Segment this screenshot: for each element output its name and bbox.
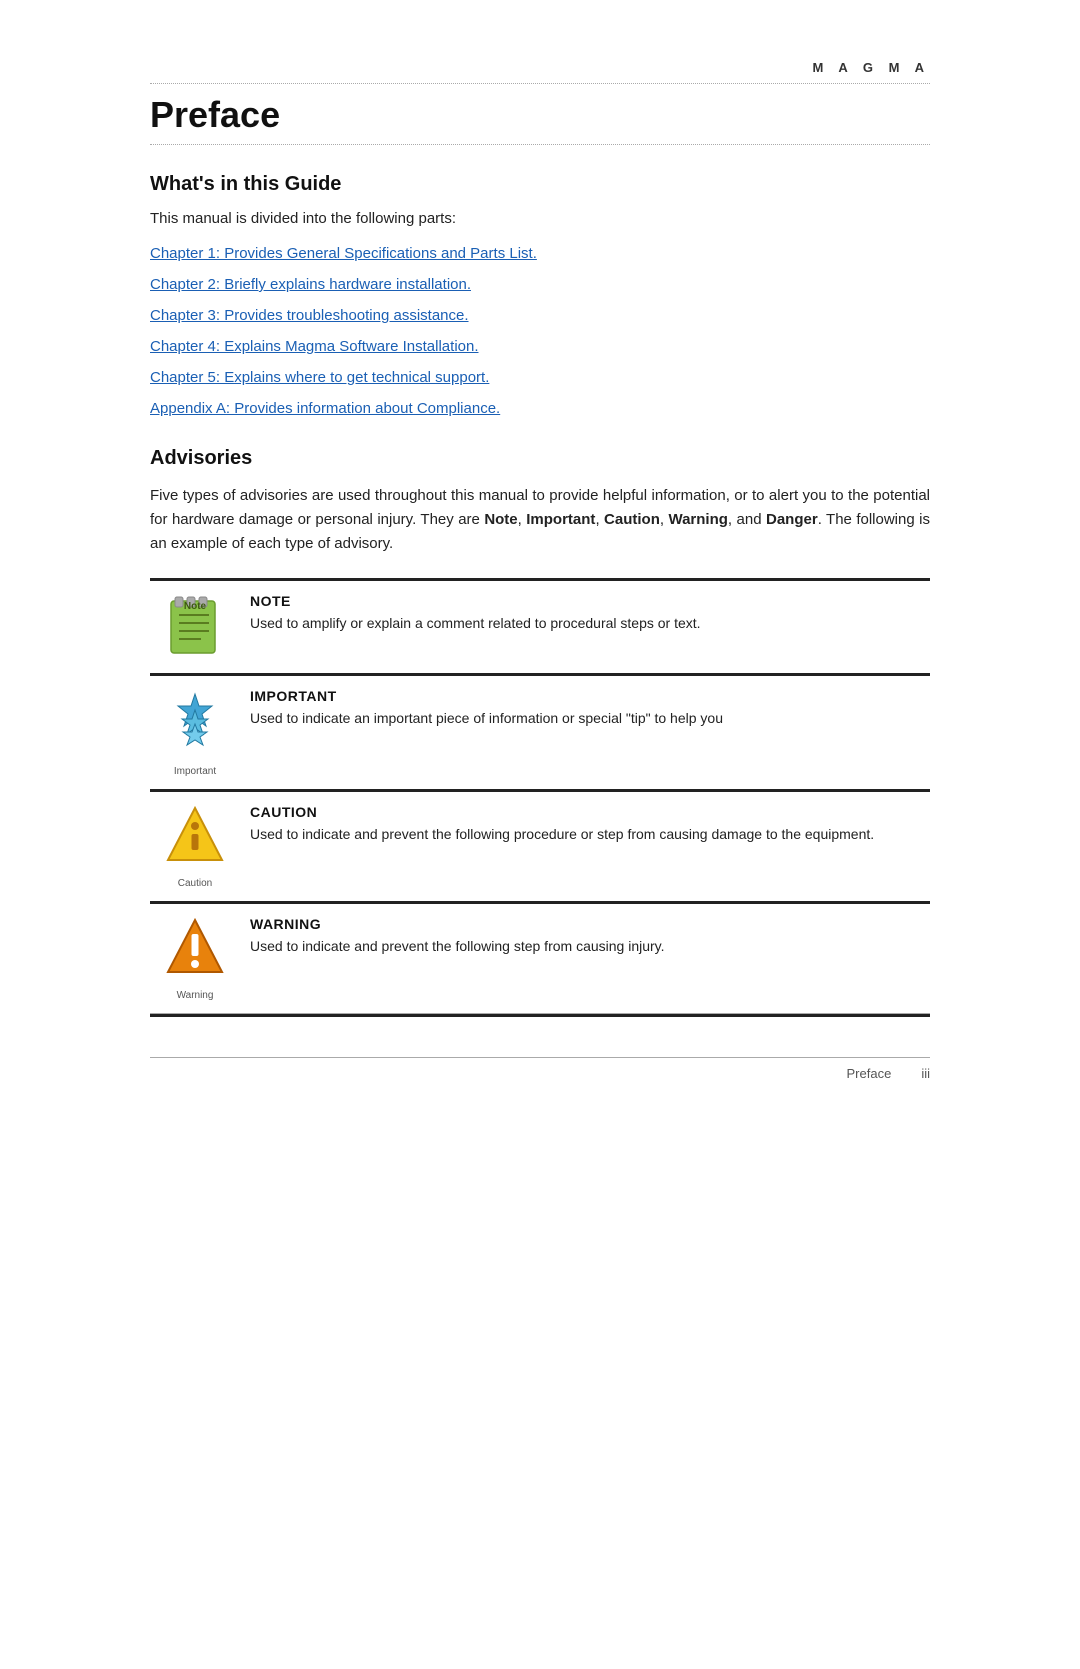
important-content-cell: IMPORTANT Used to indicate an important … <box>240 675 930 791</box>
note-icon-cell: Note <box>150 580 240 675</box>
note-text: Used to amplify or explain a comment rel… <box>250 613 920 634</box>
advisory-important-row: Important IMPORTANT Used to indicate an … <box>150 675 930 791</box>
brand-header: M A G M A <box>150 60 930 84</box>
chapter-links-container: Chapter 1: Provides General Specificatio… <box>150 245 930 417</box>
important-icon <box>165 747 225 764</box>
note-label: NOTE <box>250 593 920 609</box>
warning-icon <box>164 971 226 988</box>
advisory-note-row: Note NOTE Used to amplify or explain a c… <box>150 580 930 675</box>
footer-center: Preface <box>847 1066 892 1081</box>
chapter4-link[interactable]: Chapter 4: Explains Magma Software Insta… <box>150 338 930 355</box>
note-icon: Note <box>165 644 225 661</box>
whats-in-guide-section: What's in this Guide This manual is divi… <box>150 173 930 417</box>
footer-page-number: iii <box>921 1066 930 1081</box>
caution-icon <box>164 859 226 876</box>
important-icon-label: Important <box>160 766 230 777</box>
caution-icon-cell: Caution <box>150 791 240 903</box>
advisories-table: Note NOTE Used to amplify or explain a c… <box>150 578 930 1014</box>
whats-in-guide-heading: What's in this Guide <box>150 173 930 196</box>
advisory-caution-row: Caution CAUTION Used to indicate and pre… <box>150 791 930 903</box>
advisories-heading: Advisories <box>150 447 930 470</box>
appendixA-link[interactable]: Appendix A: Provides information about C… <box>150 400 930 417</box>
warning-label: WARNING <box>250 916 920 932</box>
svg-text:Note: Note <box>184 601 207 612</box>
advisories-section: Advisories Five types of advisories are … <box>150 447 930 1017</box>
whats-in-guide-intro: This manual is divided into the followin… <box>150 210 930 227</box>
important-icon-cell: Important <box>150 675 240 791</box>
caution-content-cell: CAUTION Used to indicate and prevent the… <box>240 791 930 903</box>
advisories-intro: Five types of advisories are used throug… <box>150 484 930 556</box>
chapter1-link[interactable]: Chapter 1: Provides General Specificatio… <box>150 245 930 262</box>
warning-icon-cell: Warning <box>150 903 240 1014</box>
caution-icon-label: Caution <box>160 878 230 889</box>
page-title: Preface <box>150 94 930 145</box>
caution-label: CAUTION <box>250 804 920 820</box>
chapter3-link[interactable]: Chapter 3: Provides troubleshooting assi… <box>150 307 930 324</box>
important-label: IMPORTANT <box>250 688 920 704</box>
warning-text: Used to indicate and prevent the followi… <box>250 936 920 957</box>
warning-icon-label: Warning <box>160 990 230 1001</box>
warning-content-cell: WARNING Used to indicate and prevent the… <box>240 903 930 1014</box>
caution-text: Used to indicate and prevent the followi… <box>250 824 920 845</box>
note-content-cell: NOTE Used to amplify or explain a commen… <box>240 580 930 675</box>
chapter5-link[interactable]: Chapter 5: Explains where to get technic… <box>150 369 930 386</box>
advisory-warning-row: Warning WARNING Used to indicate and pre… <box>150 903 930 1014</box>
chapter2-link[interactable]: Chapter 2: Briefly explains hardware ins… <box>150 276 930 293</box>
page-footer: Preface iii <box>150 1057 930 1081</box>
important-text: Used to indicate an important piece of i… <box>250 708 920 729</box>
